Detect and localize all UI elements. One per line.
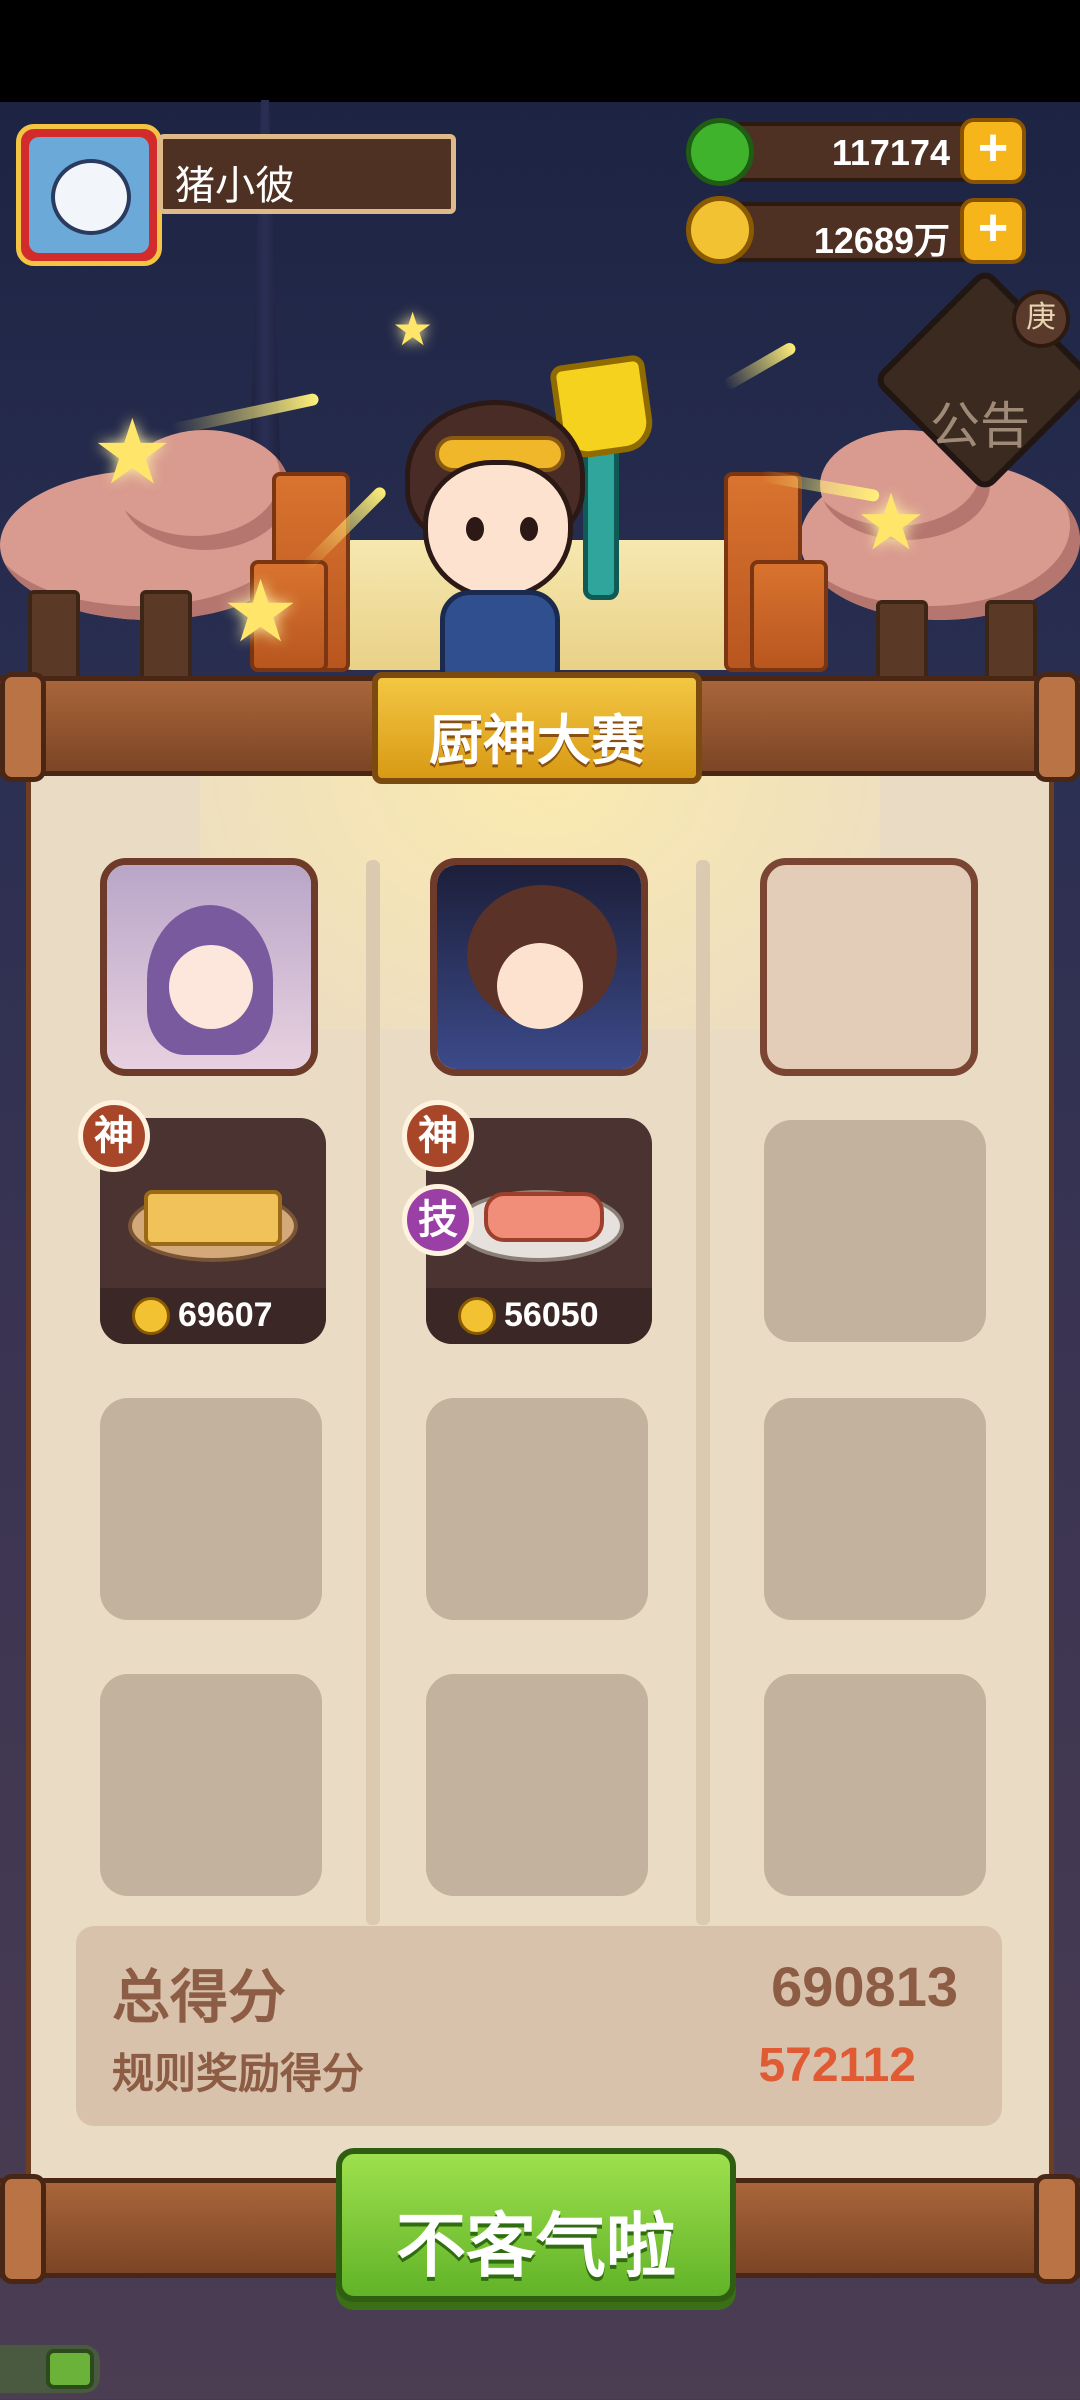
chef-eye (520, 517, 538, 541)
fence-post (876, 600, 928, 680)
dish-score-strip: 56050 (426, 1288, 652, 1344)
chef-face (423, 460, 573, 600)
gold-value: 12689万 (813, 220, 950, 261)
dish-tofu-icon (144, 1190, 282, 1246)
confirm-button[interactable]: 不客气啦 (336, 2148, 736, 2302)
total-score-label: 总得分 (112, 1963, 287, 2031)
total-score-value: 690813 (771, 1955, 958, 2018)
coin-icon (458, 1297, 496, 1335)
rail-knob-left (0, 672, 46, 782)
confirm-button-label: 不客气啦 (396, 2205, 676, 2287)
god-badge: 神 (78, 1100, 150, 1172)
dish-slot-empty[interactable] (764, 1398, 986, 1620)
portrait-face (169, 945, 253, 1029)
star-icon: ★ (92, 400, 173, 505)
dish-slot-empty[interactable] (100, 1674, 322, 1896)
jade-icon (686, 118, 754, 186)
bonus-score-value: 572112 (758, 2039, 916, 2092)
god-badge: 神 (402, 1100, 474, 1172)
sparkle-streak (170, 392, 320, 436)
rail-knob-left (0, 2174, 46, 2284)
player-avatar[interactable] (16, 124, 162, 266)
chef-eye (466, 517, 484, 541)
drawer-toggle-icon (46, 2349, 94, 2389)
dish-slot-empty[interactable] (426, 1398, 648, 1620)
status-bar (0, 0, 1080, 102)
notice-label: 公告 (930, 397, 1030, 455)
contest-title: 厨神大赛 (429, 709, 645, 772)
column-divider (696, 860, 710, 1925)
dish-score: 56050 (504, 1296, 599, 1334)
dish-slot-empty[interactable] (426, 1674, 648, 1896)
gold-coin-icon (686, 196, 754, 264)
star-icon: ★ (392, 302, 434, 356)
star-icon: ★ (222, 562, 300, 662)
dish-slot-empty[interactable] (100, 1398, 322, 1620)
dish-score-strip: 69607 (100, 1288, 326, 1344)
chef-portrait-2[interactable] (430, 858, 648, 1076)
chef-character (385, 353, 675, 680)
player-name: 猪小彼 (175, 163, 295, 209)
sparkle-streak (722, 340, 798, 392)
dish-score: 69607 (178, 1296, 273, 1334)
chef-slot-empty[interactable] (760, 858, 978, 1076)
contest-title-plate: 厨神大赛 (372, 672, 702, 784)
coin-icon (132, 1297, 170, 1335)
star-icon: ★ (856, 478, 926, 568)
skill-badge: 技 (402, 1184, 474, 1256)
fence-post (985, 600, 1037, 680)
fence-post (140, 590, 192, 680)
dish-slot-empty[interactable] (764, 1120, 986, 1342)
portrait-face (497, 943, 583, 1029)
dish-slot-empty[interactable] (764, 1674, 986, 1896)
jade-value: 117174 (831, 132, 950, 173)
chef-body (440, 590, 560, 680)
avatar-face (51, 159, 131, 235)
chef-portrait-1[interactable] (100, 858, 318, 1076)
player-name-box: 猪小彼 (158, 134, 456, 214)
rail-knob-right (1034, 672, 1080, 782)
column-divider (366, 860, 380, 1925)
rail-knob-right (1034, 2174, 1080, 2284)
bottom-drawer-tab[interactable] (0, 2345, 100, 2393)
bonus-score-label: 规则奖励得分 (112, 2049, 365, 2098)
avatar-image (29, 137, 149, 253)
fence-post (28, 590, 80, 680)
hammer-shaft (583, 440, 619, 600)
add-gold-button[interactable]: + (960, 198, 1026, 264)
notice-badge: 庚 (1012, 290, 1070, 348)
dish-meat-icon (484, 1192, 604, 1242)
stage-pillar (750, 560, 828, 672)
score-panel: 总得分 690813 规则奖励得分 572112 (76, 1926, 1002, 2126)
add-jade-button[interactable]: + (960, 118, 1026, 184)
